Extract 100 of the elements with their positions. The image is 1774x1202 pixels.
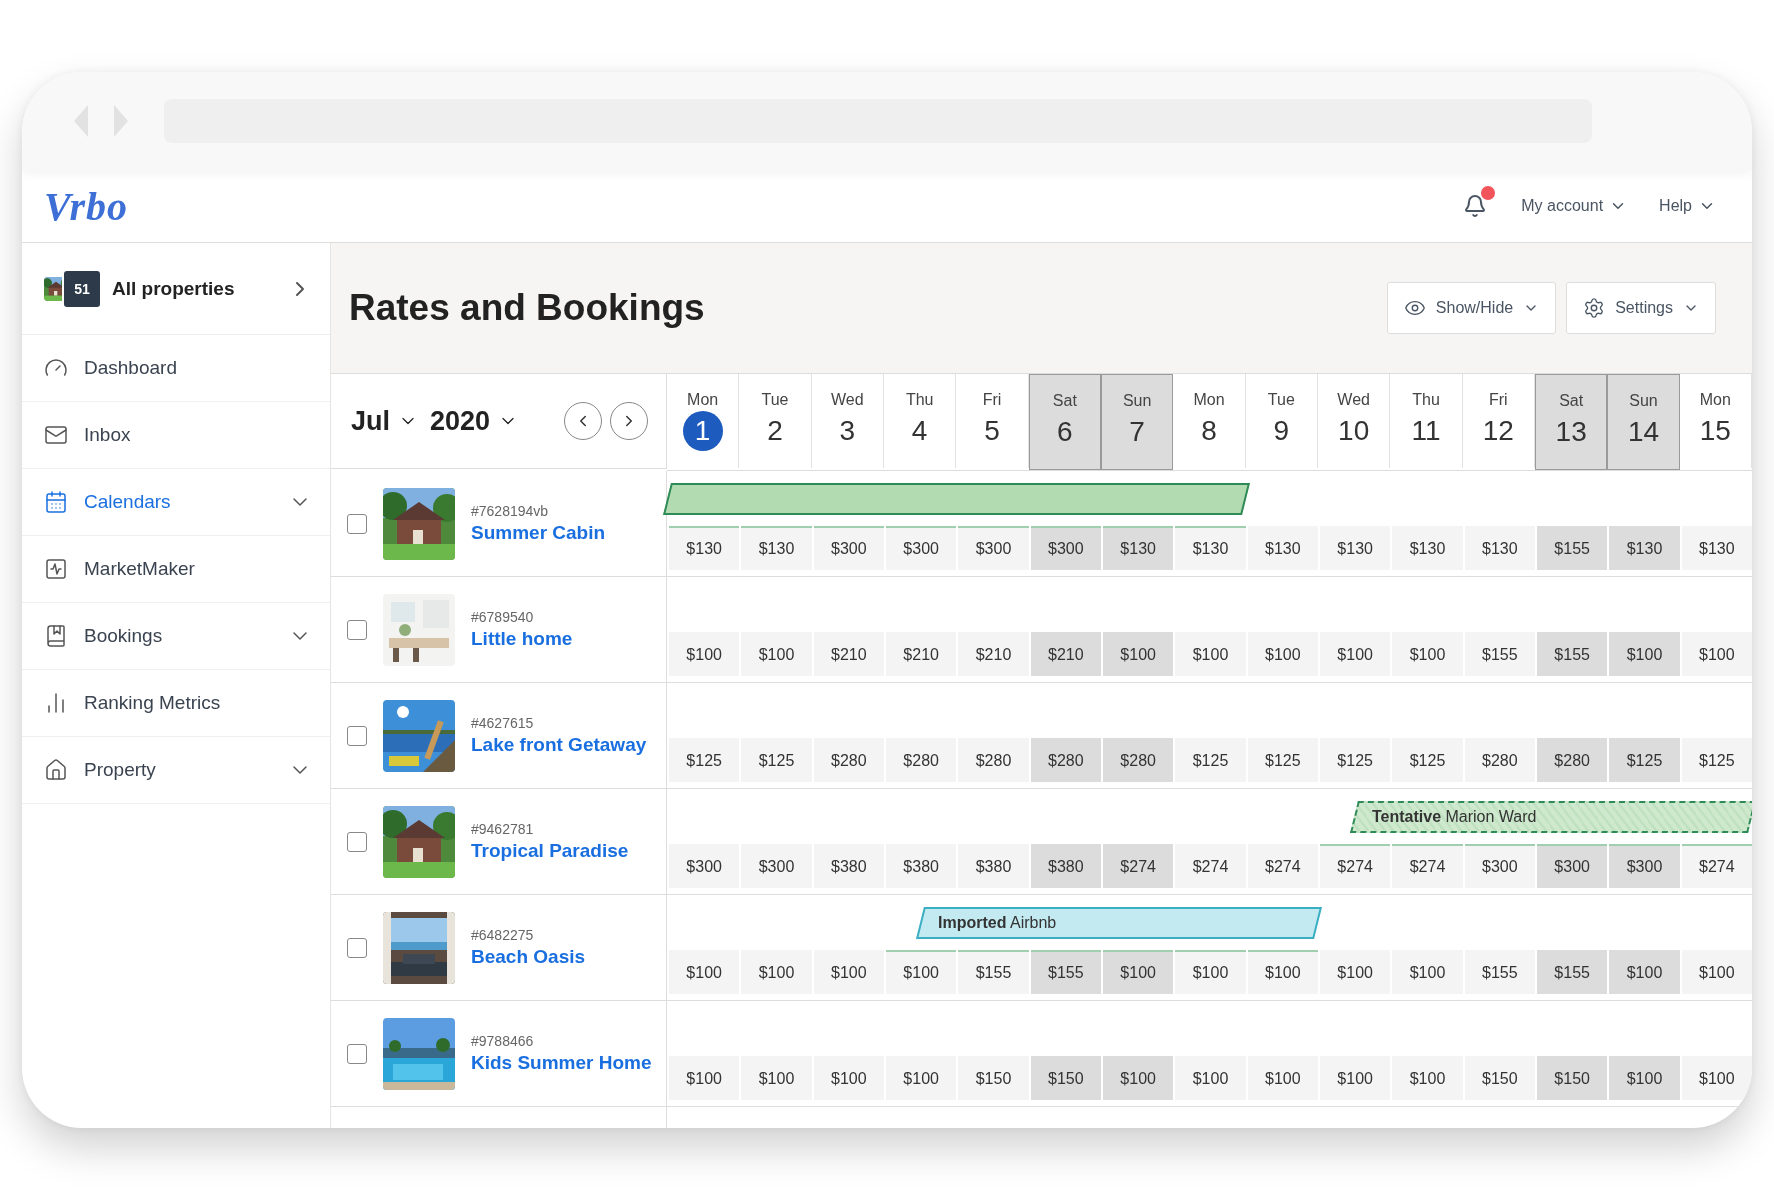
nav-item[interactable]: Dashboard (22, 335, 330, 402)
nav-item[interactable]: Ranking Metrics (22, 670, 330, 737)
nav-item[interactable]: Calendars (22, 469, 330, 536)
price-cell[interactable]: $100 (813, 1056, 884, 1100)
price-cell[interactable]: $150 (1537, 1056, 1608, 1100)
checkbox[interactable] (347, 831, 367, 852)
price-cell[interactable]: $100 (1392, 950, 1463, 994)
date-number[interactable]: 11 (1406, 411, 1446, 451)
date-number[interactable]: 12 (1478, 411, 1519, 451)
booking-bar[interactable] (663, 482, 1250, 515)
price-cell[interactable]: $380 (886, 844, 957, 888)
price-cell[interactable]: $150 (958, 1056, 1029, 1100)
price-cell[interactable]: $100 (741, 950, 812, 994)
price-cell[interactable]: $100 (1103, 950, 1174, 994)
previous-button[interactable] (564, 402, 602, 440)
price-cell[interactable]: $155 (1537, 632, 1608, 676)
date-number[interactable]: 8 (1189, 411, 1229, 451)
price-cell[interactable]: $300 (1537, 844, 1608, 888)
price-cell[interactable]: $155 (1537, 950, 1608, 994)
date-number[interactable]: 15 (1695, 411, 1736, 451)
price-cell[interactable]: $130 (1681, 526, 1752, 570)
price-cell[interactable]: $300 (1030, 526, 1101, 570)
date-number[interactable]: 4 (899, 411, 940, 451)
property-link[interactable]: Kids Summer Home (471, 1052, 652, 1074)
date-number[interactable]: 9 (1261, 411, 1302, 451)
property-link[interactable]: Little home (471, 628, 573, 650)
date-number[interactable]: 5 (972, 411, 1012, 451)
price-cell[interactable]: $274 (1103, 844, 1174, 888)
checkbox[interactable] (347, 513, 367, 534)
date-number[interactable]: 14 (1623, 412, 1664, 452)
price-cell[interactable]: $274 (1681, 844, 1752, 888)
price-cell[interactable]: $300 (813, 526, 884, 570)
price-cell[interactable]: $130 (1392, 526, 1463, 570)
price-cell[interactable]: $274 (1320, 844, 1391, 888)
year-select[interactable]: 2020 (428, 403, 521, 439)
next-button[interactable] (610, 402, 648, 440)
price-cell[interactable]: $130 (1320, 526, 1391, 570)
price-cell[interactable]: $130 (669, 526, 740, 570)
date-number[interactable]: 13 (1551, 412, 1592, 452)
price-cell[interactable]: $100 (1175, 1056, 1246, 1100)
date-number[interactable]: 2 (755, 411, 795, 451)
price-cell[interactable]: $100 (741, 1056, 812, 1100)
price-cell[interactable]: $100 (1320, 632, 1391, 676)
price-cell[interactable]: $100 (1247, 950, 1318, 994)
price-cell[interactable]: $300 (741, 844, 812, 888)
price-cell[interactable]: $100 (886, 1056, 957, 1100)
date-number[interactable]: 10 (1333, 411, 1374, 451)
booking-bar[interactable]: Imported Airbnb (916, 906, 1322, 939)
price-cell[interactable]: $100 (1681, 632, 1752, 676)
price-cell[interactable]: $125 (741, 738, 812, 782)
price-cell[interactable]: $150 (1030, 1056, 1101, 1100)
booking-bar[interactable]: Tentative Marion Ward (1350, 800, 1752, 833)
price-cell[interactable]: $130 (1464, 526, 1535, 570)
price-cell[interactable]: $155 (1464, 950, 1535, 994)
price-cell[interactable]: $300 (669, 844, 740, 888)
price-cell[interactable]: $100 (1175, 632, 1246, 676)
price-cell[interactable]: $210 (813, 632, 884, 676)
price-cell[interactable]: $274 (1392, 844, 1463, 888)
price-cell[interactable]: $380 (813, 844, 884, 888)
price-cell[interactable]: $280 (1030, 738, 1101, 782)
price-cell[interactable]: $100 (1320, 950, 1391, 994)
checkbox[interactable] (347, 1043, 367, 1064)
menu-button[interactable]: Help (1653, 193, 1722, 219)
price-cell[interactable]: $130 (1247, 526, 1318, 570)
price-cell[interactable]: $210 (886, 632, 957, 676)
price-cell[interactable]: $300 (1609, 844, 1680, 888)
price-cell[interactable]: $100 (1609, 1056, 1680, 1100)
price-cell[interactable]: $100 (1609, 950, 1680, 994)
price-cell[interactable]: $100 (1103, 632, 1174, 676)
date-number[interactable]: 7 (1117, 412, 1158, 452)
price-cell[interactable]: $155 (958, 950, 1029, 994)
price-cell[interactable]: $100 (1247, 1056, 1318, 1100)
toolbar-button[interactable]: Show/Hide (1386, 282, 1557, 334)
checkbox[interactable] (347, 937, 367, 958)
price-cell[interactable]: $130 (1175, 526, 1246, 570)
price-cell[interactable]: $100 (1392, 632, 1463, 676)
price-cell[interactable]: $100 (669, 950, 740, 994)
all-properties-button[interactable]: 51 All properties (22, 243, 330, 335)
price-cell[interactable]: $125 (1681, 738, 1752, 782)
price-cell[interactable]: $100 (1247, 632, 1318, 676)
price-cell[interactable]: $100 (1681, 950, 1752, 994)
price-cell[interactable]: $380 (1030, 844, 1101, 888)
nav-item[interactable]: Property (22, 737, 330, 804)
price-cell[interactable]: $100 (1681, 1056, 1752, 1100)
nav-item[interactable]: MarketMaker (22, 536, 330, 603)
price-cell[interactable]: $100 (1392, 1056, 1463, 1100)
bell-icon[interactable] (1463, 194, 1488, 218)
price-cell[interactable]: $280 (1537, 738, 1608, 782)
nav-item[interactable]: Bookings (22, 603, 330, 670)
price-cell[interactable]: $100 (669, 1056, 740, 1100)
property-link[interactable]: Tropical Paradise (471, 840, 629, 862)
price-cell[interactable]: $100 (813, 950, 884, 994)
price-cell[interactable]: $100 (1103, 1056, 1174, 1100)
property-link[interactable]: Lake front Getaway (471, 734, 647, 756)
price-cell[interactable]: $100 (741, 632, 812, 676)
price-cell[interactable]: $100 (1175, 950, 1246, 994)
price-cell[interactable]: $130 (1103, 526, 1174, 570)
price-cell[interactable]: $125 (1175, 738, 1246, 782)
date-number[interactable]: 6 (1044, 412, 1085, 452)
price-cell[interactable]: $100 (1320, 1056, 1391, 1100)
